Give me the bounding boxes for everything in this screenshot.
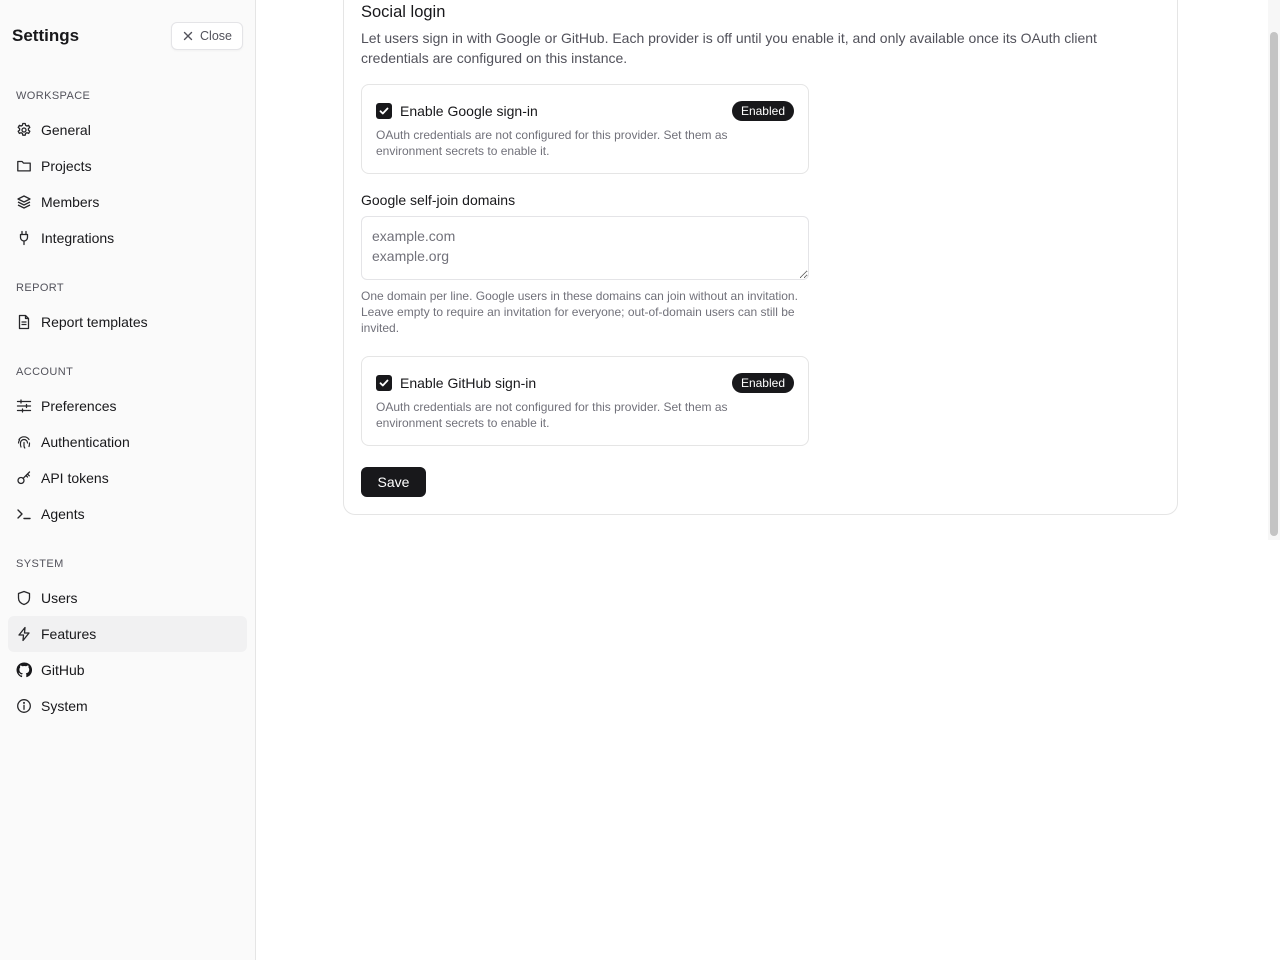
sidebar-item-users[interactable]: Users [8,580,247,616]
sidebar-item-preferences[interactable]: Preferences [8,388,247,424]
sidebar-item-report-templates[interactable]: Report templates [8,304,247,340]
shield-icon [16,590,32,606]
save-button[interactable]: Save [361,467,426,497]
sidebar-item-github[interactable]: GitHub [8,652,247,688]
google-provider-panel: Enable Google sign-in Enabled OAuth cred… [361,84,809,174]
google-provider-row: Enable Google sign-in Enabled [376,101,794,121]
section-title: Social login [361,3,446,21]
sidebar-section-workspace: WORKSPACE General Projects Members Integ… [8,86,247,256]
terminal-icon [16,506,32,522]
lightning-icon [16,626,32,642]
settings-sidebar: Settings Close WORKSPACE General Project… [0,0,256,960]
sidebar-item-label: GitHub [41,662,85,678]
sidebar-section-title: ACCOUNT [16,366,74,378]
gear-icon [16,122,32,138]
sidebar-item-label: General [41,122,91,138]
document-icon [16,314,32,330]
checkmark-icon [379,379,389,387]
domains-textarea[interactable] [361,216,809,280]
sidebar-item-label: Authentication [41,434,130,450]
sidebar-item-label: Features [41,626,97,642]
layers-icon [16,194,32,210]
sidebar-section-account: ACCOUNT Preferences Authentication API t… [8,362,247,532]
sidebar-section-title: REPORT [16,282,65,294]
key-icon [16,470,32,486]
sidebar-item-api-tokens[interactable]: API tokens [8,460,247,496]
domains-field-label: Google self-join domains [361,192,516,208]
sidebar-item-projects[interactable]: Projects [8,148,247,184]
checkmark-icon [379,107,389,115]
sidebar-item-label: Members [41,194,100,210]
sidebar-header: Settings Close [12,22,243,50]
google-signin-checkbox[interactable] [376,103,392,119]
sidebar-item-system[interactable]: System [8,688,247,724]
folder-icon [16,158,32,174]
sidebar-item-authentication[interactable]: Authentication [8,424,247,460]
github-icon [16,662,32,678]
sidebar-item-general[interactable]: General [8,112,247,148]
sidebar-item-label: Integrations [41,230,115,246]
info-icon [16,698,32,714]
google-signin-label[interactable]: Enable Google sign-in [400,103,538,119]
sidebar-item-label: Projects [41,158,92,174]
close-button[interactable]: Close [171,22,243,50]
sidebar-item-features[interactable]: Features [8,616,247,652]
google-credentials-note: OAuth credentials are not configured for… [376,128,728,158]
sidebar-item-label: Users [41,590,78,606]
scrollbar-thumb[interactable] [1270,32,1278,536]
fingerprint-icon [16,434,32,450]
github-credentials-note: OAuth credentials are not configured for… [376,400,728,430]
sidebar-section-system: SYSTEM Users Features GitHub System [8,554,247,724]
github-signin-label[interactable]: Enable GitHub sign-in [400,375,536,391]
sidebar-section-report: REPORT Report templates [8,278,247,340]
close-icon [183,31,193,41]
sidebar-section-title: WORKSPACE [16,90,91,102]
sidebar-item-label: API tokens [41,470,109,486]
sliders-icon [16,398,32,414]
sidebar-item-label: System [41,698,88,714]
github-signin-checkbox[interactable] [376,375,392,391]
status-badge: Enabled [731,373,794,393]
section-description: Let users sign in with Google or GitHub.… [361,30,1097,66]
sidebar-item-label: Agents [41,506,85,522]
close-button-label: Close [200,29,232,43]
sidebar-item-integrations[interactable]: Integrations [8,220,247,256]
sidebar-title: Settings [12,26,80,45]
status-badge: Enabled [731,101,794,121]
sidebar-item-members[interactable]: Members [8,184,247,220]
sidebar-item-label: Preferences [41,398,117,414]
sidebar-item-agents[interactable]: Agents [8,496,247,532]
domains-help-text: One domain per line. Google users in the… [361,289,798,335]
sidebar-item-label: Report templates [41,314,148,330]
plug-icon [16,230,32,246]
github-provider-row: Enable GitHub sign-in Enabled [376,373,794,393]
sidebar-section-title: SYSTEM [16,558,64,570]
github-provider-panel: Enable GitHub sign-in Enabled OAuth cred… [361,356,809,446]
